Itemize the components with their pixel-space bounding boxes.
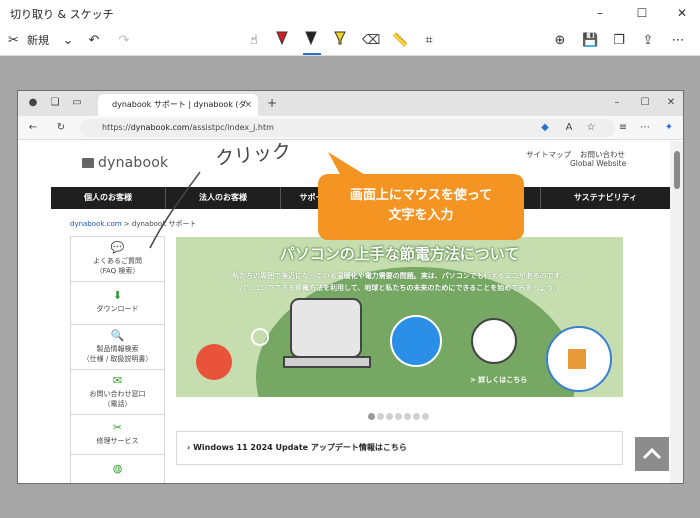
address-bar[interactable]: https://dynabook.com/assistpc/index_j.ht… (80, 119, 615, 137)
power-saving-banner[interactable]: パソコンの上手な節電方法について 私たちの周囲で身近になっている温暖化や電力需要… (176, 237, 623, 397)
active-tool-indicator (303, 53, 321, 55)
tag-icon[interactable]: ◆ (538, 121, 552, 135)
search-icon: 🔍 (110, 329, 125, 342)
app-title-bar: 切り取り & スケッチ – ☐ ✕ (0, 0, 700, 26)
workspaces-icon[interactable]: ❏ (48, 96, 62, 110)
ruler-icon[interactable]: 📏 (392, 30, 408, 52)
breadcrumb-home-link[interactable]: dynabook.com (70, 220, 122, 228)
refresh-icon[interactable]: ↻ (54, 121, 68, 135)
profile-icon[interactable]: ● (26, 96, 40, 110)
carousel-dots (368, 405, 431, 424)
touch-writing-icon[interactable]: ☝ (245, 30, 263, 52)
tab-title: dynabook サポート | dynabook (ダ (112, 100, 247, 109)
back-to-top-button[interactable] (635, 437, 669, 471)
eraser-icon[interactable]: ⌫ (362, 30, 380, 52)
banner-illustration (196, 298, 612, 392)
carousel-dot[interactable] (377, 413, 384, 420)
download-icon: ⬇ (112, 289, 123, 302)
chevron-up-icon (642, 447, 662, 460)
chevron-down-icon[interactable]: ⌄ (60, 30, 76, 52)
mail-icon: ✉ (112, 374, 123, 387)
carousel-dot[interactable] (368, 413, 375, 420)
callout-line-2: 文字を入力 (388, 208, 454, 223)
tools-icon: ✂ (112, 421, 123, 434)
news-item[interactable]: › Windows 11 2024 Update アップデート情報はこちら (176, 431, 623, 465)
ballpoint-pen-icon[interactable] (275, 30, 291, 52)
minimize-button[interactable]: – (580, 0, 620, 26)
close-button[interactable]: ✕ (662, 0, 700, 26)
browser-maximize-icon[interactable]: ☐ (638, 96, 652, 110)
app-toolbar: ✂ 新規 ⌄ ↶ ↷ ☝ ⌫ 📏 ⌗ ⊕ 💾 ❐ ⇪ ⋯ (0, 26, 700, 56)
carousel-dot[interactable] (413, 413, 420, 420)
address-bar-row: ← ↻ https://dynabook.com/assistpc/index_… (18, 116, 683, 140)
new-label: 新規 (27, 34, 50, 47)
sitemap-link[interactable]: サイトマップ (526, 149, 571, 160)
browser-close-icon[interactable]: ✕ (664, 96, 678, 110)
chevron-right-icon: › (187, 443, 191, 452)
news-item-text: Windows 11 2024 Update アップデート情報はこちら (193, 443, 407, 452)
browser-minimize-icon[interactable]: – (610, 96, 624, 110)
app-title: 切り取り & スケッチ (10, 8, 114, 21)
url-prefix: https:// (102, 123, 131, 132)
pencil-icon[interactable] (304, 30, 320, 52)
instruction-callout: 画面上にマウスを使って 文字を入力 (318, 174, 524, 240)
save-icon[interactable]: 💾 (582, 30, 598, 52)
crop-icon[interactable]: ⌗ (421, 30, 437, 52)
support-sidebar: 💬 よくあるご質問 （FAQ 検索） ⬇ ダウンロード 🔍 製品情報検索 （仕様 /… (70, 236, 165, 483)
back-icon[interactable]: ← (26, 121, 40, 135)
more-icon[interactable]: ⋯ (670, 30, 686, 52)
nav-sustainability[interactable]: サステナビリティ (541, 187, 670, 209)
url-path: /assistpc/index_j.htm (189, 123, 274, 132)
page-scrollbar[interactable] (670, 141, 683, 483)
sidebar-item-contact[interactable]: ✉ お問い合わせ窓口 （電話） (71, 370, 164, 415)
callout-line-1: 画面上にマウスを使って (349, 188, 493, 203)
carousel-dot[interactable] (386, 413, 393, 420)
sidebar-item-download[interactable]: ⬇ ダウンロード (71, 282, 164, 325)
browser-tab-strip: ● ❏ ▭ dynabook サポート | dynabook (ダ × + – … (18, 91, 683, 116)
tab-close-icon[interactable]: × (244, 94, 252, 116)
share-icon[interactable]: ⇪ (640, 30, 656, 52)
browser-tab[interactable]: dynabook サポート | dynabook (ダ × (98, 94, 258, 116)
copilot-icon[interactable]: ✦ (662, 121, 676, 135)
sidebar-item-more[interactable]: ◍ (71, 455, 164, 483)
carousel-dot[interactable] (404, 413, 411, 420)
banner-more-link[interactable]: > 詳しくはこちら (470, 375, 527, 385)
snip-icon: ✂ (8, 33, 19, 48)
ink-stroke (149, 171, 201, 249)
highlighter-icon[interactable] (333, 30, 349, 52)
zoom-icon[interactable]: ⊕ (552, 30, 568, 52)
new-tab-icon[interactable]: + (265, 96, 279, 110)
carousel-dot[interactable] (422, 413, 429, 420)
tab-actions-icon[interactable]: ▭ (70, 96, 84, 110)
sidebar-item-product-search[interactable]: 🔍 製品情報検索 （仕様 / 取扱説明書） (71, 325, 164, 370)
carousel-dot[interactable] (395, 413, 402, 420)
undo-icon[interactable]: ↶ (86, 30, 102, 52)
copy-icon[interactable]: ❐ (611, 30, 627, 52)
maximize-button[interactable]: ☐ (622, 0, 662, 26)
logo-mark-icon (82, 158, 94, 168)
read-aloud-icon[interactable]: A (562, 121, 576, 135)
more-options-icon[interactable]: ⋯ (638, 121, 652, 135)
green-circle-icon: ◍ (112, 462, 123, 475)
favorite-star-icon[interactable]: ☆ (584, 121, 598, 135)
global-website-link[interactable]: Global Website (570, 159, 626, 168)
redo-icon[interactable]: ↷ (116, 30, 132, 52)
favorites-icon[interactable]: ≡ (616, 121, 630, 135)
url-host: dynabook.com (130, 123, 190, 132)
sidebar-item-repair[interactable]: ✂ 修理サービス (71, 415, 164, 455)
